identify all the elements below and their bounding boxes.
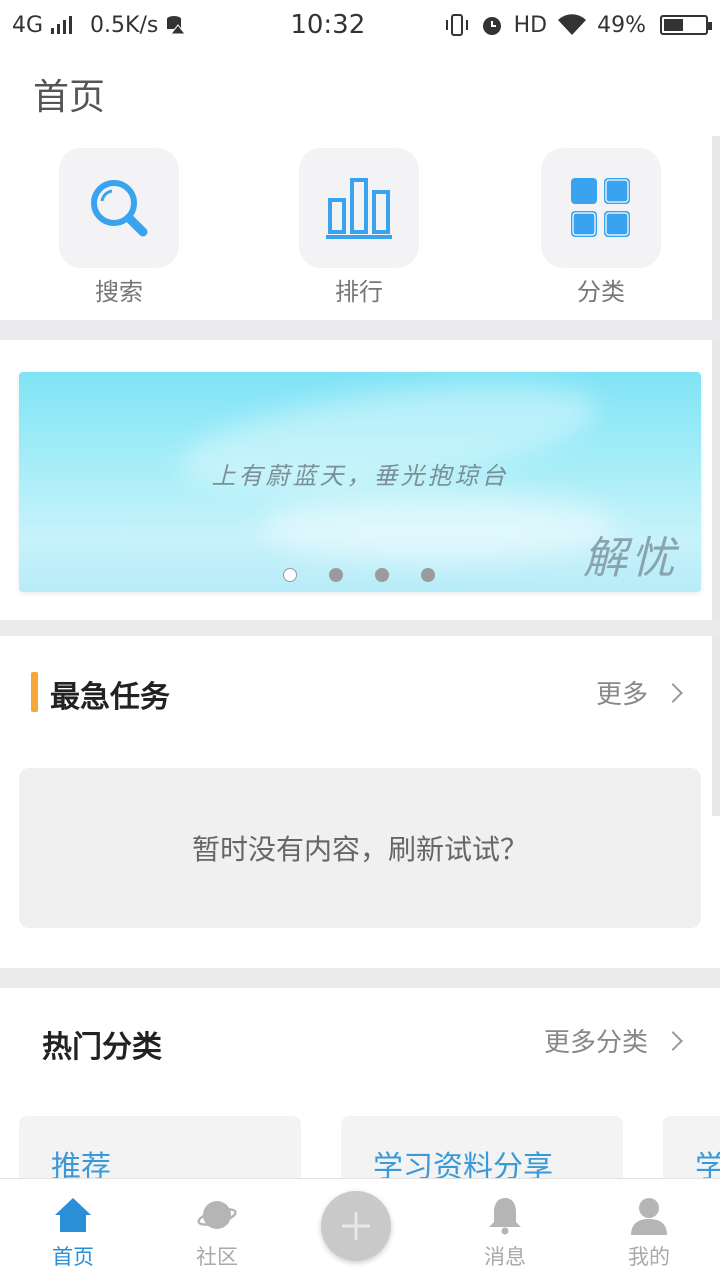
hot-categories-more-link[interactable]: 更多分类: [543, 1022, 683, 1059]
section-accent-bar: [31, 672, 38, 712]
data-warning-icon: [167, 16, 187, 35]
status-bar: 4G 0.5K/s 10:32 HD 49%: [0, 0, 720, 50]
quick-action-search[interactable]: 搜索: [59, 148, 179, 307]
nav-label: 首页: [52, 1245, 94, 1269]
banner-signature: 解忧: [583, 533, 679, 584]
carousel-dot[interactable]: [283, 568, 297, 582]
search-icon: [91, 180, 148, 237]
vibrate-icon: [445, 14, 468, 36]
quick-action-label: 搜索: [95, 278, 143, 306]
battery-percent: 49%: [597, 12, 646, 38]
nav-item-messages[interactable]: 消息: [450, 1179, 560, 1280]
page-title: 首页: [33, 77, 106, 118]
grid-icon: [571, 178, 630, 237]
empty-state-text: 暂时没有内容，刷新试试？: [191, 833, 528, 866]
nav-item-profile[interactable]: 我的: [594, 1179, 704, 1280]
network-type: 4G: [12, 12, 44, 38]
urgent-tasks-more-link[interactable]: 更多: [595, 674, 683, 711]
nav-item-home[interactable]: 首页: [18, 1179, 128, 1280]
carousel-dot[interactable]: [421, 568, 435, 582]
bottom-navigation: 首页 社区 消息 我的: [0, 1178, 720, 1280]
quick-action-category[interactable]: 分类: [541, 148, 661, 307]
hd-indicator: HD: [513, 12, 548, 38]
banner-slogan: 上有蔚蓝天，垂光抱琼台: [211, 462, 509, 490]
scrollbar[interactable]: [712, 136, 720, 816]
alarm-icon: [482, 17, 501, 35]
nav-label: 消息: [484, 1245, 526, 1269]
carousel-indicator: [283, 568, 435, 582]
urgent-tasks-title: 最急任务: [50, 680, 170, 715]
chevron-right-icon: [663, 1030, 683, 1051]
nav-item-community[interactable]: 社区: [162, 1179, 272, 1280]
nav-label: 社区: [196, 1245, 238, 1269]
quick-action-label: 排行: [335, 278, 383, 306]
section-divider: [0, 620, 720, 636]
bar-chart-icon: [326, 178, 392, 239]
network-speed: 0.5K/s: [90, 12, 159, 38]
carousel-dot[interactable]: [329, 568, 343, 582]
compose-fab-button[interactable]: [321, 1191, 391, 1261]
quick-action-label: 分类: [577, 278, 625, 306]
user-icon: [631, 1198, 667, 1235]
nav-label: 我的: [628, 1245, 670, 1269]
section-divider: [0, 320, 720, 340]
home-icon: [55, 1198, 91, 1232]
wifi-icon: [558, 14, 587, 36]
section-divider: [0, 968, 720, 988]
battery-icon: [660, 15, 712, 35]
bell-icon: [489, 1198, 521, 1235]
hot-categories-title: 热门分类: [42, 1030, 162, 1065]
clock: 10:32: [290, 10, 366, 40]
more-label: 更多分类: [543, 1028, 648, 1058]
chevron-right-icon: [663, 682, 683, 703]
banner-cloud: [259, 492, 619, 562]
carousel-dot[interactable]: [375, 568, 389, 582]
empty-state[interactable]: 暂时没有内容，刷新试试？: [19, 768, 701, 928]
plus-icon: [342, 1212, 370, 1240]
more-label: 更多: [595, 680, 648, 710]
planet-icon: [197, 1201, 237, 1229]
quick-action-ranking[interactable]: 排行: [299, 148, 419, 307]
signal-icon: [51, 16, 73, 34]
banner-carousel[interactable]: 上有蔚蓝天，垂光抱琼台 解忧: [19, 372, 701, 592]
